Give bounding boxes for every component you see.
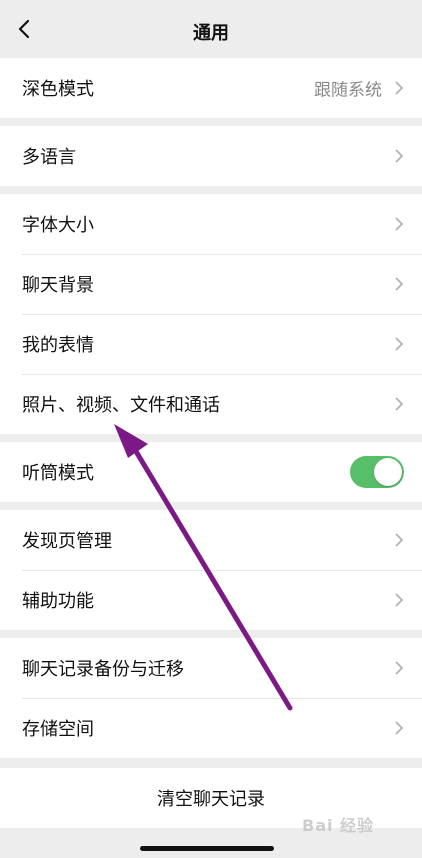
settings-group-chat: 字体大小 聊天背景 我的表情 照片、视频、文件和通话 bbox=[0, 194, 422, 434]
row-earpiece-mode: 听筒模式 bbox=[0, 442, 422, 502]
row-label: 我的表情 bbox=[22, 335, 94, 356]
chevron-right-icon bbox=[395, 217, 404, 231]
row-label: 照片、视频、文件和通话 bbox=[22, 395, 220, 416]
settings-group-display: 深色模式 跟随系统 bbox=[0, 58, 422, 118]
row-dark-mode[interactable]: 深色模式 跟随系统 bbox=[0, 58, 422, 118]
row-label: 多语言 bbox=[22, 147, 76, 168]
chevron-right-icon bbox=[395, 397, 404, 411]
navigation-bar: 通用 bbox=[0, 0, 422, 58]
row-label: 深色模式 bbox=[22, 79, 94, 100]
row-label: 存储空间 bbox=[22, 719, 94, 740]
chevron-right-icon bbox=[395, 661, 404, 675]
row-chat-backup-migrate[interactable]: 聊天记录备份与迁移 bbox=[0, 638, 422, 698]
row-photos-videos-files-calls[interactable]: 照片、视频、文件和通话 bbox=[0, 374, 422, 434]
row-accessibility[interactable]: 辅助功能 bbox=[0, 570, 422, 630]
chevron-right-icon bbox=[395, 81, 404, 95]
settings-group-earpiece: 听筒模式 bbox=[0, 442, 422, 502]
home-indicator bbox=[140, 846, 274, 851]
earpiece-mode-toggle[interactable] bbox=[350, 456, 404, 488]
settings-group-storage: 聊天记录备份与迁移 存储空间 bbox=[0, 638, 422, 758]
row-label: 辅助功能 bbox=[22, 591, 94, 612]
chevron-right-icon bbox=[395, 149, 404, 163]
row-value: 跟随系统 bbox=[314, 80, 382, 101]
chevron-right-icon bbox=[395, 277, 404, 291]
row-font-size[interactable]: 字体大小 bbox=[0, 194, 422, 254]
row-label: 字体大小 bbox=[22, 215, 94, 236]
row-label: 聊天背景 bbox=[22, 275, 94, 296]
row-my-stickers[interactable]: 我的表情 bbox=[0, 314, 422, 374]
clear-chat-history-label: 清空聊天记录 bbox=[157, 789, 265, 810]
settings-group-features: 发现页管理 辅助功能 bbox=[0, 510, 422, 630]
chevron-right-icon bbox=[395, 533, 404, 547]
row-label: 聊天记录备份与迁移 bbox=[22, 659, 184, 680]
row-label: 发现页管理 bbox=[22, 531, 112, 552]
toggle-knob bbox=[374, 458, 402, 486]
page-title: 通用 bbox=[193, 23, 229, 44]
row-discover-management[interactable]: 发现页管理 bbox=[0, 510, 422, 570]
chevron-right-icon bbox=[395, 721, 404, 735]
chevron-right-icon bbox=[395, 337, 404, 351]
row-storage-space[interactable]: 存储空间 bbox=[0, 698, 422, 758]
settings-group-language: 多语言 bbox=[0, 126, 422, 186]
row-label: 听筒模式 bbox=[22, 463, 94, 484]
baidu-jingyan-watermark: Bai 经验 bbox=[302, 816, 375, 835]
row-chat-background[interactable]: 聊天背景 bbox=[0, 254, 422, 314]
row-language[interactable]: 多语言 bbox=[0, 126, 422, 186]
chevron-right-icon bbox=[395, 593, 404, 607]
